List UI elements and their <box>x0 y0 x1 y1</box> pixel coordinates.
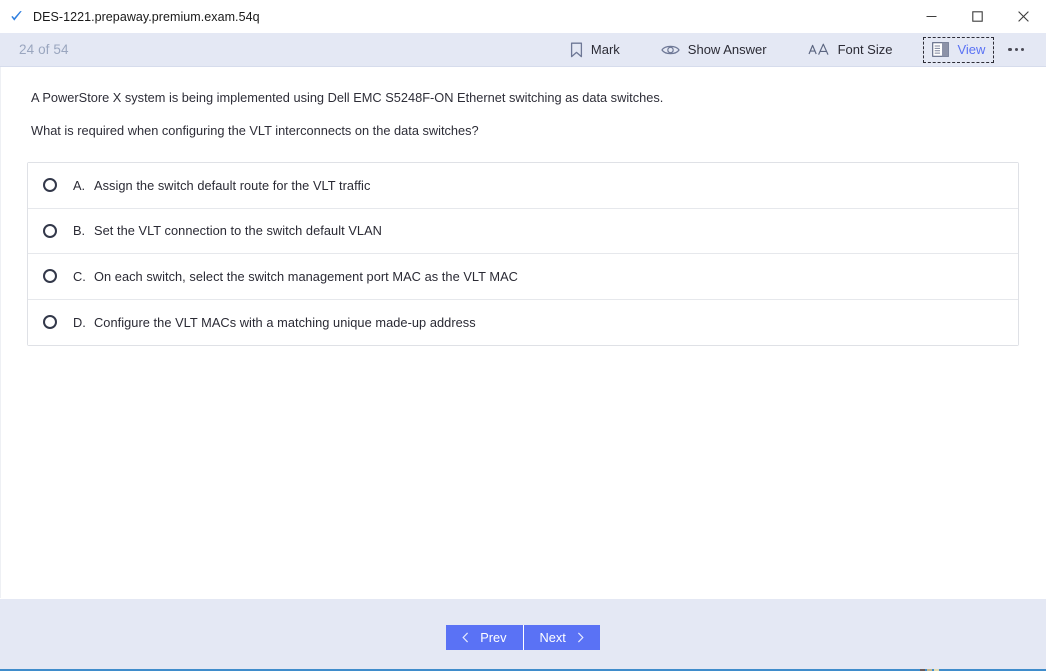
window-controls <box>908 0 1046 33</box>
option-text: Configure the VLT MACs with a matching u… <box>94 314 476 330</box>
question-prompt: What is required when configuring the VL… <box>31 122 479 138</box>
answer-option-a[interactable]: A. Assign the switch default route for t… <box>28 163 1018 209</box>
answer-option-d[interactable]: D. Configure the VLT MACs with a matchin… <box>28 299 1018 346</box>
prev-button[interactable]: Prev <box>446 625 524 650</box>
font-size-button[interactable]: Font Size <box>798 37 903 63</box>
show-answer-button-label: Show Answer <box>687 42 767 57</box>
nav-button-group: Prev Next <box>446 625 600 650</box>
question-stem: A PowerStore X system is being implement… <box>31 90 664 105</box>
answer-option-b[interactable]: B. Set the VLT connection to the switch … <box>28 208 1018 255</box>
font-size-icon <box>808 42 830 57</box>
eye-icon <box>661 43 680 57</box>
font-size-button-label: Font Size <box>837 42 893 57</box>
show-answer-button[interactable]: Show Answer <box>651 37 777 63</box>
option-letter: B. <box>73 223 86 239</box>
answer-option-c[interactable]: C. On each switch, select the switch man… <box>28 254 1018 300</box>
answer-options-list: A. Assign the switch default route for t… <box>27 162 1019 347</box>
next-button[interactable]: Next <box>523 625 600 650</box>
dot <box>1014 47 1018 52</box>
question-content: A PowerStore X system is being implement… <box>0 67 1046 598</box>
view-button-label: View <box>957 42 986 57</box>
close-button[interactable] <box>1000 0 1046 33</box>
maximize-icon <box>971 11 983 22</box>
chevron-right-icon <box>577 632 584 643</box>
title-bar-left: DES-1221.prepaway.premium.exam.54q <box>0 9 260 24</box>
option-letter: D. <box>73 314 86 330</box>
chevron-left-icon <box>462 632 469 643</box>
more-options-icon[interactable] <box>1008 47 1038 52</box>
title-bar: DES-1221.prepaway.premium.exam.54q <box>0 0 1046 33</box>
minimize-button[interactable] <box>908 0 954 33</box>
view-layout-icon <box>932 42 950 57</box>
mark-button[interactable]: Mark <box>560 37 630 63</box>
window-title: DES-1221.prepaway.premium.exam.54q <box>33 9 260 24</box>
prev-button-label: Prev <box>480 630 507 645</box>
dot <box>1008 47 1012 52</box>
radio-button-c[interactable] <box>43 269 57 284</box>
radio-button-d[interactable] <box>43 315 57 330</box>
option-text: Set the VLT connection to the switch def… <box>94 223 382 239</box>
minimize-icon <box>926 16 936 17</box>
next-button-label: Next <box>539 630 566 645</box>
radio-button-b[interactable] <box>43 223 57 238</box>
view-button[interactable]: View <box>923 36 995 63</box>
close-icon <box>1017 11 1029 22</box>
maximize-button[interactable] <box>954 0 1000 33</box>
mark-button-label: Mark <box>590 42 620 57</box>
option-letter: A. <box>73 177 86 193</box>
toolbar: 24 of 54 Mark Show Answer Font Size View <box>0 33 1046 67</box>
blue-checkmark-icon <box>11 11 22 21</box>
navigation-footer: Prev Next <box>0 598 1046 671</box>
option-text: Assign the switch default route for the … <box>94 177 371 193</box>
dot <box>1020 47 1024 52</box>
radio-button-a[interactable] <box>43 178 57 193</box>
exam-viewer-window: DES-1221.prepaway.premium.exam.54q 24 of… <box>0 0 1046 671</box>
question-counter: 24 of 54 <box>19 42 69 57</box>
option-text: On each switch, select the switch manage… <box>94 268 518 284</box>
bookmark-icon <box>570 42 583 58</box>
option-letter: C. <box>73 268 86 284</box>
